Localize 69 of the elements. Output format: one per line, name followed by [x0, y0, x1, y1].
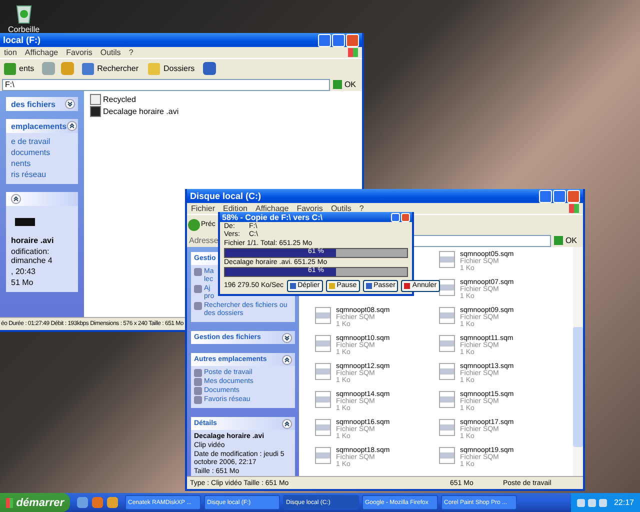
start-button[interactable]: démarrer — [0, 493, 70, 512]
menu-item[interactable]: Favoris — [66, 48, 92, 57]
windows-logo-icon — [348, 48, 358, 57]
toolbar-button[interactable]: ents — [2, 62, 36, 74]
go-button[interactable]: OK — [333, 80, 360, 89]
go-button[interactable]: OK — [554, 236, 581, 245]
document-icon — [315, 363, 331, 380]
minimize-button[interactable] — [391, 212, 400, 222]
address-field[interactable]: F:\ — [2, 78, 330, 90]
minimize-button[interactable] — [539, 190, 552, 202]
detail-text: 51 Mo — [11, 278, 34, 287]
desktop-icon-label[interactable]: Corbeille — [8, 25, 40, 34]
menu-item[interactable]: ? — [359, 204, 364, 213]
camera-icon — [15, 218, 35, 226]
menu-item[interactable]: Favoris — [296, 204, 323, 213]
windows-logo-icon — [569, 204, 579, 213]
document-icon — [439, 363, 455, 380]
document-icon — [315, 335, 331, 352]
document-icon — [439, 307, 455, 324]
document-icon — [439, 251, 455, 268]
menu-item[interactable]: Edition — [223, 204, 248, 213]
minimize-button[interactable] — [318, 34, 331, 46]
file-name[interactable]: Recycled — [103, 95, 136, 104]
document-icon — [439, 335, 455, 352]
panel-link[interactable]: ris réseau — [11, 170, 74, 179]
maximize-button[interactable] — [332, 34, 345, 46]
dialog-title: 58% - Copie de F:\ vers C:\ — [222, 212, 322, 222]
collapse-icon[interactable] — [282, 418, 292, 428]
clock: 22:17 — [614, 498, 634, 507]
maximize-button[interactable] — [553, 190, 566, 202]
detail-text: , 20:43 — [11, 267, 36, 276]
collapse-icon[interactable] — [66, 121, 77, 131]
close-button[interactable] — [567, 190, 580, 202]
menu-item[interactable]: tion — [4, 48, 17, 57]
toolbar-button[interactable]: Rechercher — [80, 62, 140, 74]
menu-item[interactable]: Affichage — [255, 204, 289, 213]
collapse-icon[interactable] — [282, 354, 292, 364]
document-icon — [315, 391, 331, 408]
detail-text: odification: dimanche 4 — [11, 247, 54, 265]
document-icon — [315, 307, 331, 324]
expand-icon[interactable] — [65, 99, 75, 109]
file-name[interactable]: Decalage horaire .avi — [103, 107, 179, 116]
window-title: Disque local (C:) — [190, 191, 262, 201]
close-button[interactable] — [346, 34, 359, 46]
document-icon — [439, 447, 455, 464]
document-icon — [315, 447, 331, 464]
link-icon — [194, 268, 202, 276]
close-button[interactable] — [401, 212, 410, 222]
detail-text: horaire .avi — [11, 236, 55, 245]
document-icon — [439, 419, 455, 436]
panel-link[interactable]: nents — [11, 159, 74, 168]
menu-item[interactable]: ? — [128, 48, 134, 57]
expand-icon[interactable] — [282, 332, 292, 342]
document-icon — [315, 419, 331, 436]
panel-link[interactable]: e de travail — [11, 137, 74, 146]
menu-item[interactable]: Outils — [330, 204, 352, 213]
toolbar-button[interactable]: Dossiers — [146, 62, 197, 74]
panel-link[interactable]: documents — [11, 148, 74, 157]
menu-item[interactable]: Outils — [100, 48, 121, 57]
menu-item[interactable]: Fichier — [191, 204, 216, 213]
address-label: Adresse — [189, 236, 218, 245]
window-title: local (F:) — [3, 35, 42, 45]
scrollbar[interactable] — [573, 247, 583, 476]
collapse-icon[interactable] — [11, 194, 21, 204]
document-icon — [439, 279, 455, 296]
link-icon — [194, 285, 202, 293]
link-icon — [194, 302, 202, 310]
document-icon — [439, 391, 455, 408]
menu-item[interactable]: Affichage — [24, 48, 58, 57]
